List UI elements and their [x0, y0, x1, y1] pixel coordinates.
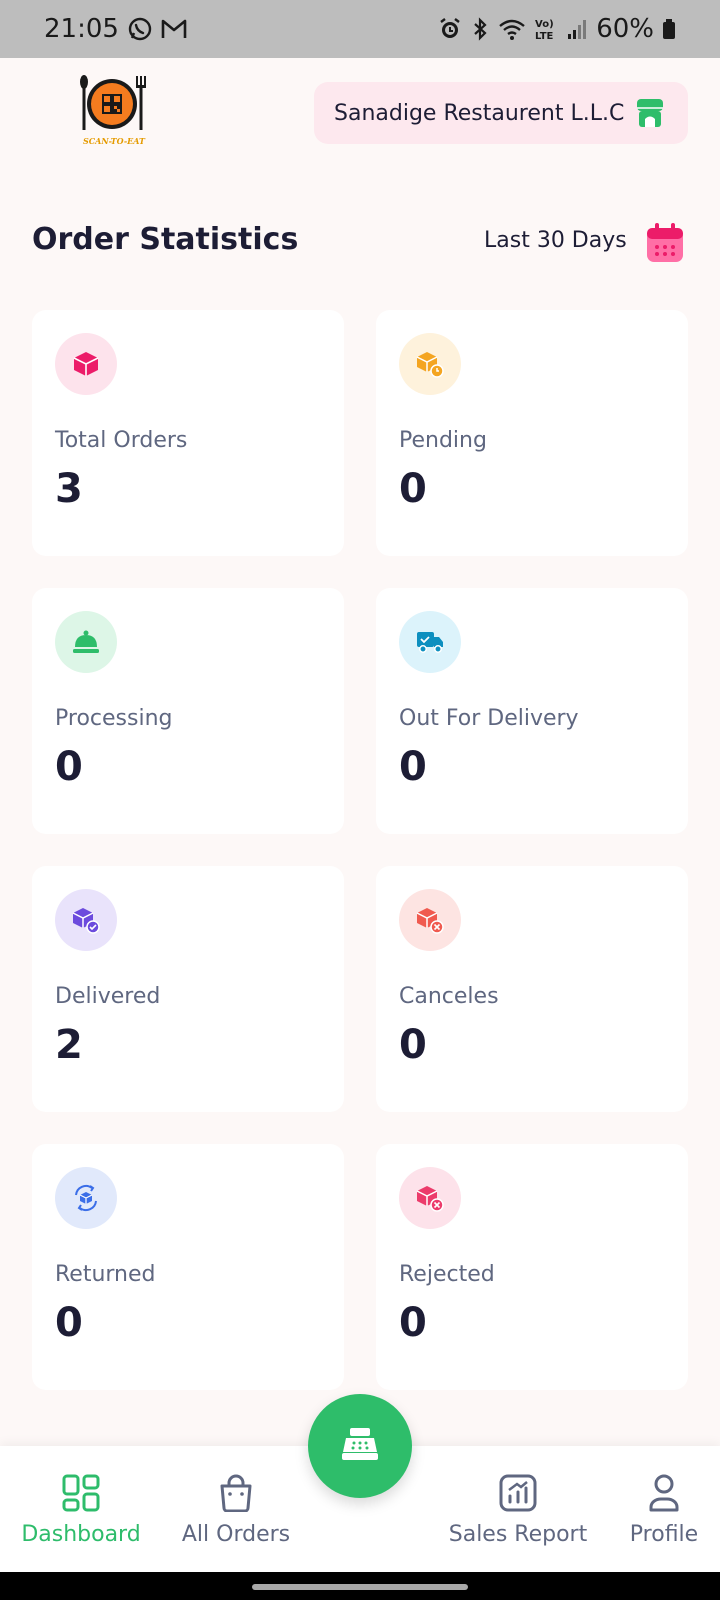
- rejected-box-icon: [399, 1167, 461, 1229]
- status-bar: 21:05 Vo) LTE 60%: [0, 0, 720, 58]
- battery-percent: 60%: [596, 14, 654, 44]
- bluetooth-icon: [470, 17, 490, 41]
- stat-card-returned[interactable]: Returned 0: [32, 1144, 344, 1390]
- app-logo: SCAN-TO-EAT: [76, 74, 152, 150]
- dashboard-icon: [62, 1474, 100, 1518]
- svg-text:Vo): Vo): [535, 19, 554, 30]
- stat-card-pending[interactable]: Pending 0: [376, 310, 688, 556]
- stat-card-rejected[interactable]: Rejected 0: [376, 1144, 688, 1390]
- svg-text:LTE: LTE: [535, 31, 554, 42]
- period-label[interactable]: Last 30 Days: [484, 228, 627, 253]
- stat-value: 0: [55, 1300, 83, 1346]
- stat-card-canceled[interactable]: Canceles 0: [376, 866, 688, 1112]
- stat-card-out-for-delivery[interactable]: Out For Delivery 0: [376, 588, 688, 834]
- chart-icon: [499, 1474, 537, 1518]
- nav-label: Dashboard: [21, 1522, 141, 1547]
- bell-icon: [55, 611, 117, 673]
- home-gesture-bar[interactable]: [252, 1584, 468, 1590]
- pending-box-icon: [399, 333, 461, 395]
- stat-value: 0: [399, 1300, 427, 1346]
- stat-value: 0: [399, 1022, 427, 1068]
- restaurant-selector[interactable]: Sanadige Restaurent L.L.C: [314, 82, 688, 144]
- gesture-bar-area: [0, 1572, 720, 1600]
- stat-label: Returned: [55, 1262, 156, 1287]
- restaurant-name: Sanadige Restaurent L.L.C: [334, 100, 625, 126]
- stat-value: 2: [55, 1022, 83, 1068]
- user-icon: [648, 1474, 680, 1518]
- pos-fab-button[interactable]: [308, 1394, 412, 1498]
- nav-all-orders[interactable]: All Orders: [176, 1474, 296, 1547]
- battery-icon: [662, 18, 676, 40]
- stat-value: 0: [55, 744, 83, 790]
- stat-label: Rejected: [399, 1262, 495, 1287]
- stat-label: Delivered: [55, 984, 161, 1009]
- bag-icon: [218, 1474, 254, 1518]
- nav-label: All Orders: [181, 1522, 291, 1547]
- whatsapp-icon: [127, 16, 153, 42]
- nav-label: Profile: [629, 1522, 699, 1547]
- wifi-icon: [498, 17, 526, 41]
- stat-value: 0: [399, 466, 427, 512]
- cash-register-icon: [340, 1426, 380, 1466]
- gmail-icon: [161, 18, 187, 40]
- truck-icon: [399, 611, 461, 673]
- stat-label: Processing: [55, 706, 173, 731]
- stat-card-delivered[interactable]: Delivered 2: [32, 866, 344, 1112]
- nav-dashboard[interactable]: Dashboard: [20, 1474, 142, 1547]
- store-icon: [636, 98, 664, 128]
- nav-profile[interactable]: Profile: [622, 1474, 706, 1547]
- stat-label: Pending: [399, 428, 487, 453]
- nav-label: Sales Report: [448, 1522, 588, 1547]
- stat-label: Total Orders: [55, 428, 188, 453]
- logo-text: SCAN-TO-EAT: [83, 136, 146, 146]
- alarm-icon: [438, 17, 462, 41]
- stat-value: 3: [55, 466, 83, 512]
- delivered-box-icon: [55, 889, 117, 951]
- returned-box-icon: [55, 1167, 117, 1229]
- page-title: Order Statistics: [32, 222, 299, 257]
- stat-card-processing[interactable]: Processing 0: [32, 588, 344, 834]
- status-time: 21:05: [44, 14, 119, 44]
- stat-label: Canceles: [399, 984, 499, 1009]
- signal-icon: [566, 18, 588, 40]
- nav-sales-report[interactable]: Sales Report: [444, 1474, 592, 1547]
- calendar-icon[interactable]: [646, 222, 684, 264]
- stat-card-total-orders[interactable]: Total Orders 3: [32, 310, 344, 556]
- box-icon: [55, 333, 117, 395]
- stat-value: 0: [399, 744, 427, 790]
- canceled-box-icon: [399, 889, 461, 951]
- stat-label: Out For Delivery: [399, 706, 579, 731]
- volte-icon: Vo) LTE: [534, 16, 558, 42]
